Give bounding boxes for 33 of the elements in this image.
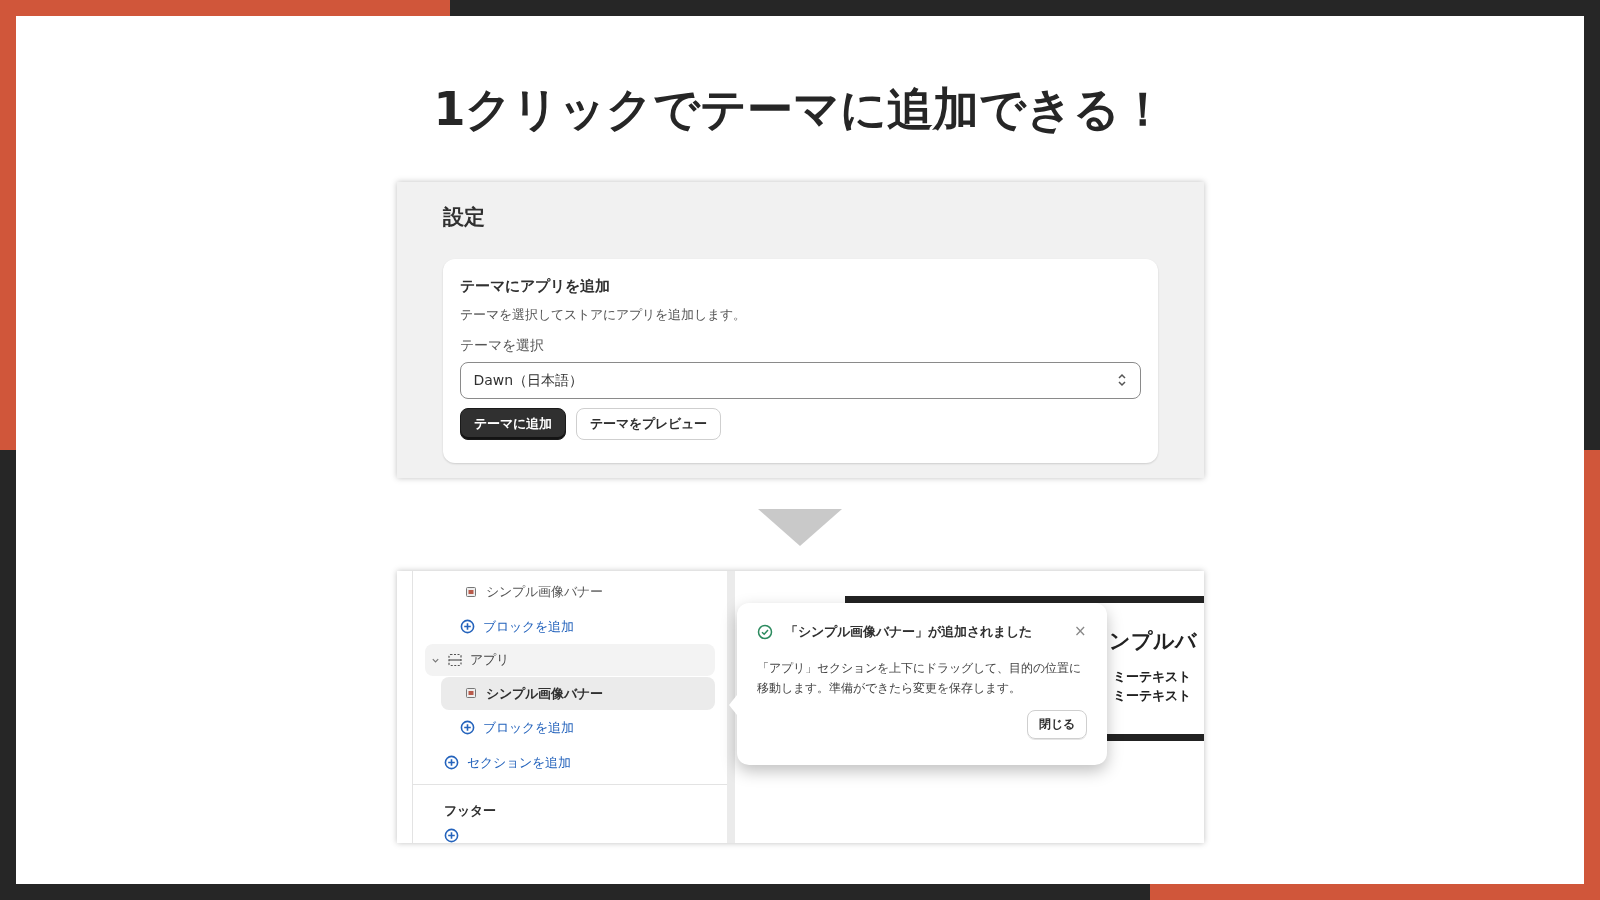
select-value: Dawn（日本語）	[473, 370, 584, 390]
preview-theme-button[interactable]: テーマをプレビュー	[575, 407, 721, 440]
close-text-button[interactable]: 閉じる	[1026, 709, 1087, 739]
footer-heading: フッター	[443, 803, 496, 819]
select-label: テーマを選択	[459, 335, 545, 355]
plus-circle-icon	[443, 828, 459, 843]
image-block-icon	[465, 587, 476, 598]
notification-title: 「シンプル画像バナー」が追加されました	[784, 623, 1032, 641]
chevron-up-down-icon	[1116, 372, 1127, 388]
down-arrow-icon	[758, 509, 842, 546]
banner-text: ミーテキスト	[1112, 687, 1191, 705]
card-description: テーマを選択してストアにアプリを追加します。	[459, 306, 747, 324]
add-block-link[interactable]: ブロックを追加	[482, 718, 574, 738]
plus-circle-icon	[459, 619, 475, 635]
plus-circle-icon	[443, 754, 459, 770]
plus-circle-icon	[459, 720, 475, 736]
close-button[interactable]: ×	[1073, 624, 1087, 640]
add-to-theme-button[interactable]: テーマに追加	[459, 407, 566, 440]
sidebar-block-item[interactable]: シンプル画像バナー	[440, 576, 715, 609]
sidebar-section-item[interactable]: アプリ	[424, 643, 715, 677]
section-icon	[447, 653, 462, 668]
notification-body: 「アプリ」セクションを上下にドラッグして、目的の位置に移動します。準備ができたら変更を保存します。	[756, 659, 1082, 697]
slide-title: 1クリックでテーマに追加できる！	[433, 86, 1167, 132]
image-block-icon	[465, 688, 476, 699]
add-block-link[interactable]: ブロックを追加	[482, 616, 574, 637]
banner-text: ミーテキスト	[1112, 668, 1191, 686]
check-circle-icon	[756, 623, 773, 640]
add-section-link[interactable]: セクションを追加	[466, 752, 571, 773]
sidebar-block-item[interactable]: シンプル画像バナー	[440, 677, 715, 710]
card-title: テーマにアプリを追加	[459, 275, 611, 297]
theme-select[interactable]: Dawn（日本語）	[459, 361, 1141, 399]
banner-heading: ンプルバ	[1108, 628, 1197, 655]
settings-heading: 設定	[442, 204, 486, 231]
